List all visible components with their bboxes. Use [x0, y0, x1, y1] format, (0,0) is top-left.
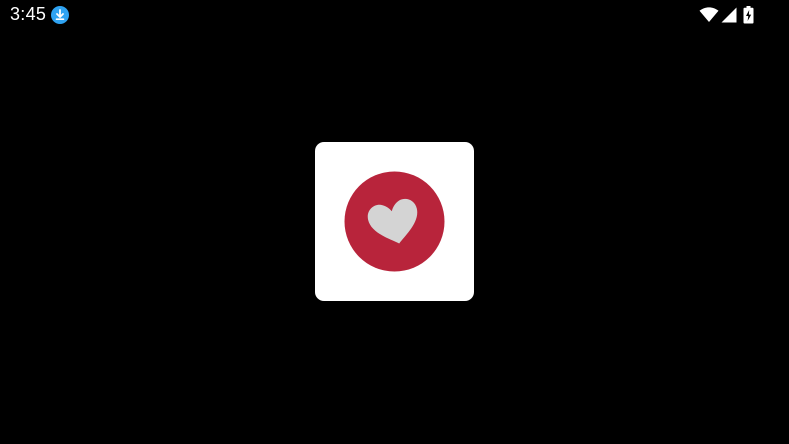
- status-bar: 3:45: [0, 0, 789, 30]
- wifi-icon: [699, 7, 719, 22]
- cellular-signal-icon: [721, 7, 737, 23]
- splash-screen: 3:45: [0, 0, 789, 444]
- heart-logo-icon: [344, 171, 445, 272]
- app-logo-card: [315, 142, 474, 301]
- download-icon: [51, 6, 69, 24]
- battery-charging-icon: [743, 6, 754, 24]
- status-time: 3:45: [10, 4, 47, 24]
- status-icons: [699, 6, 759, 24]
